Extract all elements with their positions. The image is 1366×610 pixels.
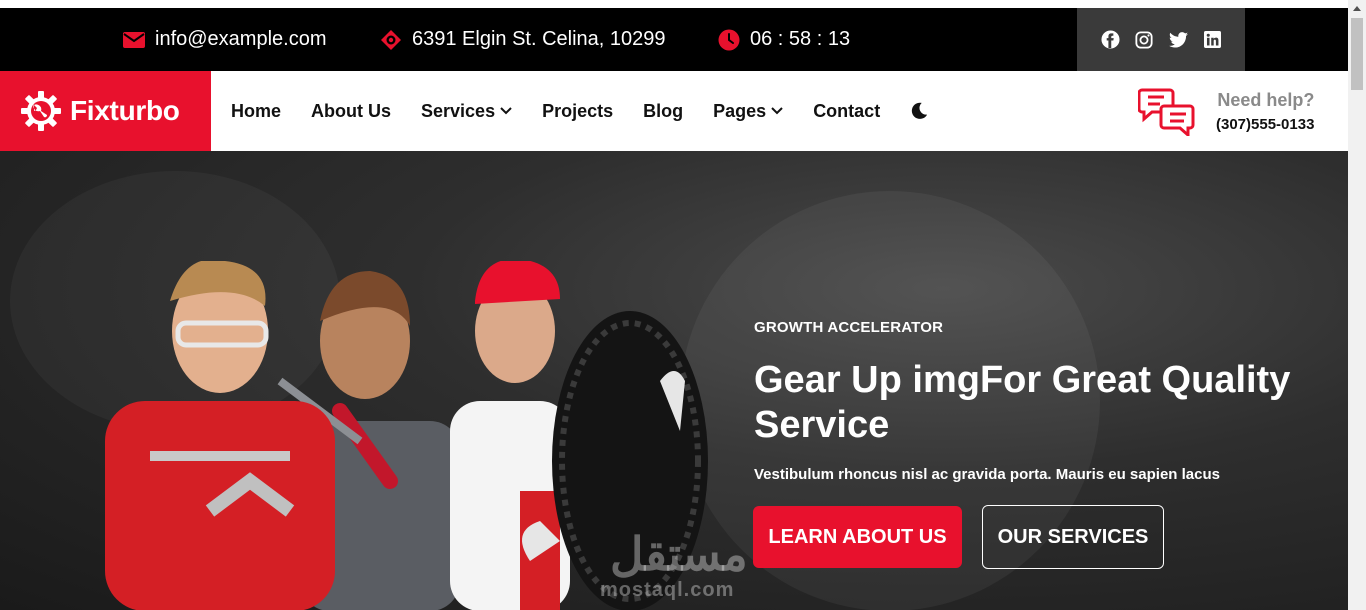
email-info[interactable]: info@example.com [123,8,326,71]
hero-eyebrow: GROWTH ACCELERATOR [754,319,944,336]
nav-item-pages[interactable]: Pages [713,101,783,122]
hero-content: GROWTH ACCELERATOR Gear Up imgFor Great … [754,319,1314,483]
main-navbar: Fixturbo Home About Us Services Projects… [0,71,1348,151]
nav-label: Blog [643,100,684,121]
top-strip [0,0,1348,8]
facebook-icon[interactable] [1099,29,1121,51]
instagram-icon[interactable] [1133,29,1155,51]
chevron-down-icon [771,107,783,115]
nav-label: About Us [311,100,392,121]
hero-subtitle: Vestibulum rhoncus nisl ac gravida porta… [754,466,1220,483]
nav-item-blog[interactable]: Blog [643,101,683,122]
twitter-icon[interactable] [1167,29,1189,51]
watermark-arabic: مستقل [610,528,748,580]
nav-item-about-us[interactable]: About Us [311,101,391,122]
chat-bubbles-icon [1138,88,1195,136]
linkedin-icon[interactable] [1201,29,1223,51]
hero-title: Gear Up imgFor Great Quality Service [754,359,1291,446]
email-text: info@example.com [155,28,327,50]
address-text: 6391 Elgin St. Celina, 10299 [412,28,666,50]
nav-label: Services [421,100,496,121]
nav-label: Projects [542,100,614,121]
nav-item-home[interactable]: Home [231,101,281,122]
chevron-down-icon [500,107,512,115]
address-info: 6391 Elgin St. Celina, 10299 [380,8,666,71]
clock-info: 06 : 58 : 13 [718,8,850,71]
our-services-button[interactable]: OUR SERVICES [982,505,1164,569]
nav-label: Contact [813,100,881,121]
hero-section: GROWTH ACCELERATOR Gear Up imgFor Great … [0,151,1348,610]
location-target-icon [381,29,401,50]
envelope-icon [123,31,145,48]
clock-text: 06 : 58 : 13 [750,28,851,50]
clock-icon [718,29,740,50]
brand-name: Fixturbo [70,95,180,126]
nav-label: Home [231,100,282,121]
help-contact[interactable]: Need help? (307)555-0133 [1138,85,1314,137]
scroll-up-arrow-icon[interactable] [1348,0,1366,17]
logo[interactable]: Fixturbo [0,71,211,151]
help-phone[interactable]: (307)555-0133 [1216,116,1314,133]
nav-item-contact[interactable]: Contact [813,101,880,122]
watermark-latin: mostaql.com [600,579,735,601]
learn-about-us-button[interactable]: LEARN ABOUT US [753,506,962,568]
nav-item-services[interactable]: Services [421,101,512,122]
page: info@example.com 6391 Elgin St. Celina, … [0,0,1366,610]
nav-item-projects[interactable]: Projects [542,101,613,122]
nav-menu: Home About Us Services Projects Blog Pag… [231,71,928,151]
vertical-scrollbar[interactable] [1348,0,1366,610]
moon-icon[interactable] [910,102,928,120]
watermark: مستقل mostaql.com [600,531,748,602]
nav-label: Pages [713,100,767,121]
top-info-bar: info@example.com 6391 Elgin St. Celina, … [0,8,1348,71]
scrollbar-thumb[interactable] [1351,18,1363,90]
gear-wrench-logo-icon [21,91,61,131]
help-text: Need help? (307)555-0133 [1216,90,1314,133]
social-links [1077,8,1245,71]
help-title: Need help? [1217,89,1315,110]
